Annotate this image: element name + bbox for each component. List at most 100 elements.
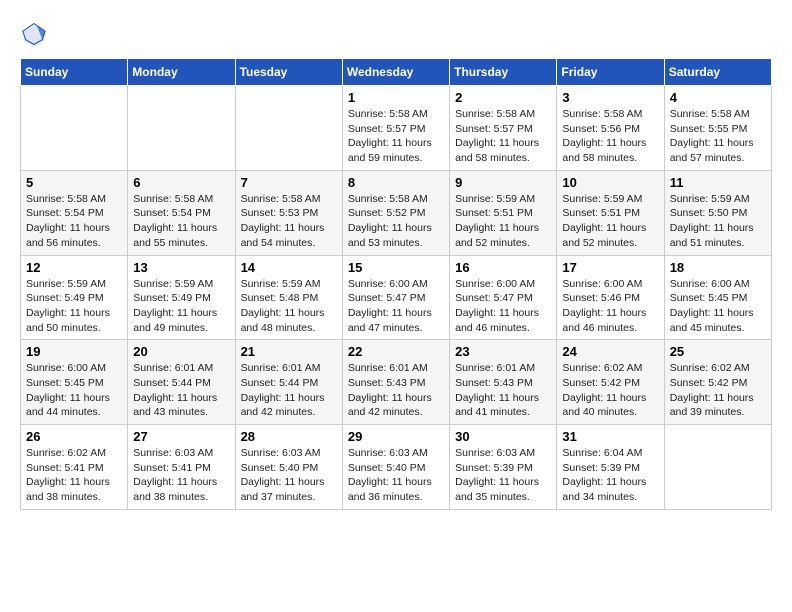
calendar-cell: 22 Sunrise: 6:01 AM Sunset: 5:43 PM Dayli… [342,340,449,425]
day-info: Sunrise: 5:59 AM Sunset: 5:51 PM Dayligh… [562,192,658,251]
day-number: 10 [562,175,658,190]
calendar-cell: 1 Sunrise: 5:58 AM Sunset: 5:57 PM Daylig… [342,86,449,171]
calendar-cell: 13 Sunrise: 5:59 AM Sunset: 5:49 PM Dayli… [128,255,235,340]
logo [20,20,52,48]
day-info: Sunrise: 6:02 AM Sunset: 5:41 PM Dayligh… [26,446,122,505]
day-info: Sunrise: 6:00 AM Sunset: 5:47 PM Dayligh… [455,277,551,336]
day-info: Sunrise: 5:59 AM Sunset: 5:49 PM Dayligh… [133,277,229,336]
calendar-cell: 10 Sunrise: 5:59 AM Sunset: 5:51 PM Dayli… [557,170,664,255]
day-number: 4 [670,90,766,105]
day-info: Sunrise: 5:59 AM Sunset: 5:50 PM Dayligh… [670,192,766,251]
weekday-header: Sunday [21,59,128,86]
day-number: 15 [348,260,444,275]
day-number: 24 [562,344,658,359]
calendar-cell: 3 Sunrise: 5:58 AM Sunset: 5:56 PM Daylig… [557,86,664,171]
day-number: 16 [455,260,551,275]
day-number: 13 [133,260,229,275]
calendar-cell: 8 Sunrise: 5:58 AM Sunset: 5:52 PM Daylig… [342,170,449,255]
day-number: 3 [562,90,658,105]
day-info: Sunrise: 5:58 AM Sunset: 5:53 PM Dayligh… [241,192,337,251]
day-number: 23 [455,344,551,359]
calendar-cell: 20 Sunrise: 6:01 AM Sunset: 5:44 PM Dayli… [128,340,235,425]
day-number: 11 [670,175,766,190]
day-info: Sunrise: 6:03 AM Sunset: 5:40 PM Dayligh… [241,446,337,505]
day-info: Sunrise: 5:58 AM Sunset: 5:54 PM Dayligh… [26,192,122,251]
weekday-header: Saturday [664,59,771,86]
day-number: 19 [26,344,122,359]
day-number: 7 [241,175,337,190]
day-info: Sunrise: 6:03 AM Sunset: 5:41 PM Dayligh… [133,446,229,505]
calendar-cell: 26Sunrise: 6:02 AM Sunset: 5:41 PM Dayli… [21,425,128,510]
day-info: Sunrise: 6:03 AM Sunset: 5:40 PM Dayligh… [348,446,444,505]
day-info: Sunrise: 6:01 AM Sunset: 5:44 PM Dayligh… [133,361,229,420]
weekday-header: Tuesday [235,59,342,86]
day-info: Sunrise: 6:01 AM Sunset: 5:43 PM Dayligh… [348,361,444,420]
day-number: 31 [562,429,658,444]
day-number: 17 [562,260,658,275]
day-info: Sunrise: 6:02 AM Sunset: 5:42 PM Dayligh… [562,361,658,420]
day-info: Sunrise: 6:01 AM Sunset: 5:43 PM Dayligh… [455,361,551,420]
day-number: 8 [348,175,444,190]
calendar-week-row: 19 Sunrise: 6:00 AM Sunset: 5:45 PM Dayli… [21,340,772,425]
calendar-cell: 2 Sunrise: 5:58 AM Sunset: 5:57 PM Daylig… [450,86,557,171]
day-info: Sunrise: 5:58 AM Sunset: 5:52 PM Dayligh… [348,192,444,251]
calendar-cell: 12 Sunrise: 5:59 AM Sunset: 5:49 PM Dayli… [21,255,128,340]
day-info: Sunrise: 6:01 AM Sunset: 5:44 PM Dayligh… [241,361,337,420]
calendar-cell: 9Sunrise: 5:59 AM Sunset: 5:51 PM Daylig… [450,170,557,255]
calendar-cell: 18Sunrise: 6:00 AM Sunset: 5:45 PM Dayli… [664,255,771,340]
day-number: 20 [133,344,229,359]
calendar-week-row: 1 Sunrise: 5:58 AM Sunset: 5:57 PM Daylig… [21,86,772,171]
day-info: Sunrise: 5:59 AM Sunset: 5:51 PM Dayligh… [455,192,551,251]
day-number: 28 [241,429,337,444]
calendar-cell: 11 Sunrise: 5:59 AM Sunset: 5:50 PM Dayli… [664,170,771,255]
calendar-cell: 7 Sunrise: 5:58 AM Sunset: 5:53 PM Daylig… [235,170,342,255]
day-info: Sunrise: 5:58 AM Sunset: 5:57 PM Dayligh… [348,107,444,166]
day-number: 5 [26,175,122,190]
calendar-cell [664,425,771,510]
day-info: Sunrise: 6:00 AM Sunset: 5:45 PM Dayligh… [26,361,122,420]
day-info: Sunrise: 5:59 AM Sunset: 5:48 PM Dayligh… [241,277,337,336]
calendar-week-row: 12 Sunrise: 5:59 AM Sunset: 5:49 PM Dayli… [21,255,772,340]
day-number: 27 [133,429,229,444]
day-number: 30 [455,429,551,444]
calendar-header-row: SundayMondayTuesdayWednesdayThursdayFrid… [21,59,772,86]
calendar-cell [128,86,235,171]
day-info: Sunrise: 6:02 AM Sunset: 5:42 PM Dayligh… [670,361,766,420]
logo-icon [20,20,48,48]
calendar-cell: 27 Sunrise: 6:03 AM Sunset: 5:41 PM Dayli… [128,425,235,510]
day-info: Sunrise: 6:03 AM Sunset: 5:39 PM Dayligh… [455,446,551,505]
day-number: 14 [241,260,337,275]
weekday-header: Friday [557,59,664,86]
calendar-cell: 25Sunrise: 6:02 AM Sunset: 5:42 PM Dayli… [664,340,771,425]
calendar-cell: 23 Sunrise: 6:01 AM Sunset: 5:43 PM Dayli… [450,340,557,425]
day-number: 2 [455,90,551,105]
day-info: Sunrise: 6:04 AM Sunset: 5:39 PM Dayligh… [562,446,658,505]
calendar-cell: 4 Sunrise: 5:58 AM Sunset: 5:55 PM Daylig… [664,86,771,171]
day-info: Sunrise: 6:00 AM Sunset: 5:45 PM Dayligh… [670,277,766,336]
day-info: Sunrise: 6:00 AM Sunset: 5:46 PM Dayligh… [562,277,658,336]
calendar-week-row: 5 Sunrise: 5:58 AM Sunset: 5:54 PM Daylig… [21,170,772,255]
day-info: Sunrise: 5:59 AM Sunset: 5:49 PM Dayligh… [26,277,122,336]
calendar-week-row: 26Sunrise: 6:02 AM Sunset: 5:41 PM Dayli… [21,425,772,510]
calendar-table: SundayMondayTuesdayWednesdayThursdayFrid… [20,58,772,510]
calendar-cell: 30 Sunrise: 6:03 AM Sunset: 5:39 PM Dayli… [450,425,557,510]
day-info: Sunrise: 5:58 AM Sunset: 5:56 PM Dayligh… [562,107,658,166]
calendar-cell: 31 Sunrise: 6:04 AM Sunset: 5:39 PM Dayli… [557,425,664,510]
calendar-cell: 21 Sunrise: 6:01 AM Sunset: 5:44 PM Dayli… [235,340,342,425]
day-number: 1 [348,90,444,105]
day-info: Sunrise: 5:58 AM Sunset: 5:57 PM Dayligh… [455,107,551,166]
calendar-cell [21,86,128,171]
calendar-cell: 14 Sunrise: 5:59 AM Sunset: 5:48 PM Dayli… [235,255,342,340]
day-number: 21 [241,344,337,359]
calendar-cell: 24 Sunrise: 6:02 AM Sunset: 5:42 PM Dayli… [557,340,664,425]
calendar-cell: 19 Sunrise: 6:00 AM Sunset: 5:45 PM Dayli… [21,340,128,425]
page-header [20,20,772,48]
day-info: Sunrise: 5:58 AM Sunset: 5:55 PM Dayligh… [670,107,766,166]
day-number: 12 [26,260,122,275]
day-number: 22 [348,344,444,359]
day-info: Sunrise: 5:58 AM Sunset: 5:54 PM Dayligh… [133,192,229,251]
calendar-cell: 28 Sunrise: 6:03 AM Sunset: 5:40 PM Dayli… [235,425,342,510]
calendar-cell: 17 Sunrise: 6:00 AM Sunset: 5:46 PM Dayli… [557,255,664,340]
weekday-header: Wednesday [342,59,449,86]
calendar-cell: 15Sunrise: 6:00 AM Sunset: 5:47 PM Dayli… [342,255,449,340]
